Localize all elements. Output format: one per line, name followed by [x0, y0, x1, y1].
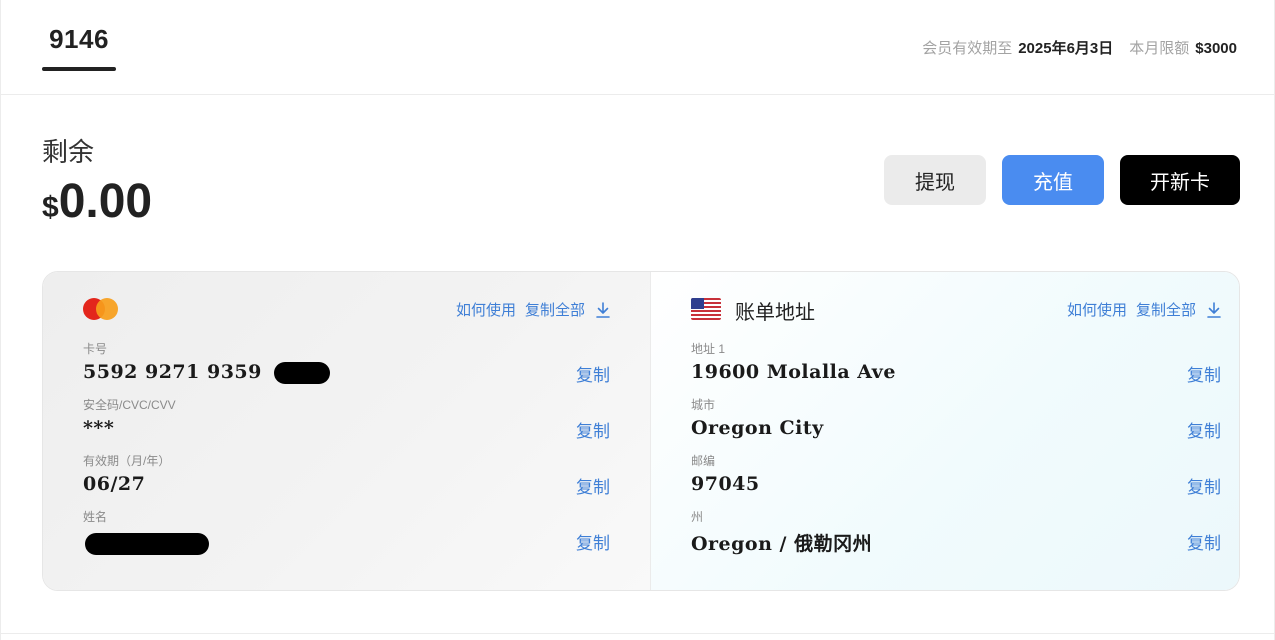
- membership-expiry-value: 2025年6月3日: [1018, 40, 1114, 57]
- zip-value: 97045: [691, 473, 760, 495]
- currency-symbol: $: [42, 191, 59, 224]
- mastercard-logo-icon: [83, 298, 119, 320]
- copy-card-number-button[interactable]: 复制: [576, 361, 610, 386]
- balance-value: 0.00: [58, 175, 153, 228]
- redacted-cardholder-name: [85, 533, 209, 555]
- new-card-button[interactable]: 开新卡: [1120, 155, 1240, 205]
- billing-copy-all-link[interactable]: 复制全部: [1136, 299, 1196, 320]
- billing-actions: 如何使用 复制全部: [1067, 299, 1221, 320]
- monthly-limit-value: $3000: [1195, 40, 1237, 57]
- address-label: 地址 1: [691, 342, 726, 356]
- membership-info: 会员有效期至 2025年6月3日 本月限额 $3000: [922, 37, 1237, 58]
- card-details-panel: 如何使用 复制全部 卡号 5592 9271 9359 复制 安全码/CVC/C…: [42, 271, 1240, 591]
- topup-button[interactable]: 充值: [1002, 155, 1104, 205]
- billing-address-title: 账单地址: [735, 302, 815, 324]
- zip-label: 邮编: [691, 454, 716, 468]
- withdraw-button[interactable]: 提现: [884, 155, 986, 205]
- balance-label: 剩余: [42, 137, 95, 167]
- billing-how-to-use-link[interactable]: 如何使用: [1067, 299, 1127, 320]
- card-copy-all-link[interactable]: 复制全部: [525, 299, 585, 320]
- expiry-value: 06/27: [83, 473, 146, 495]
- card-how-to-use-link[interactable]: 如何使用: [456, 299, 516, 320]
- card-tab[interactable]: 9146: [42, 24, 116, 55]
- billing-address-section: 账单地址 如何使用 复制全部 地址 1 19600 Molalla Ave 复制…: [651, 272, 1239, 590]
- copy-city-button[interactable]: 复制: [1187, 417, 1221, 442]
- copy-address-button[interactable]: 复制: [1187, 361, 1221, 386]
- cvc-label: 安全码/CVC/CVV: [83, 398, 176, 412]
- cvc-value: ***: [83, 417, 115, 439]
- bottom-divider: [0, 633, 1275, 634]
- redacted-card-digits: [274, 362, 330, 384]
- us-flag-icon: [691, 298, 721, 320]
- address-value: 19600 Molalla Ave: [691, 361, 896, 383]
- city-label: 城市: [691, 398, 716, 412]
- card-number-label: 卡号: [83, 342, 108, 356]
- name-label: 姓名: [83, 510, 108, 524]
- membership-expiry-label: 会员有效期至: [922, 40, 1013, 57]
- copy-zip-button[interactable]: 复制: [1187, 473, 1221, 498]
- header: 9146 会员有效期至 2025年6月3日 本月限额 $3000: [0, 0, 1275, 95]
- copy-state-button[interactable]: 复制: [1187, 529, 1221, 554]
- balance-amount: $0.00: [42, 174, 152, 229]
- download-icon[interactable]: [1207, 301, 1221, 318]
- state-label: 州: [691, 510, 704, 524]
- monthly-limit-label: 本月限额: [1129, 40, 1190, 57]
- copy-cvc-button[interactable]: 复制: [576, 417, 610, 442]
- download-icon[interactable]: [596, 301, 610, 318]
- state-value: Oregon / 俄勒冈州: [691, 533, 873, 555]
- card-actions: 如何使用 复制全部: [456, 299, 610, 320]
- expiry-label: 有效期（月/年）: [83, 454, 171, 468]
- city-value: Oregon City: [691, 417, 824, 439]
- copy-expiry-button[interactable]: 复制: [576, 473, 610, 498]
- copy-name-button[interactable]: 复制: [576, 529, 610, 554]
- card-number-value: 5592 9271 9359: [83, 361, 262, 383]
- active-tab-indicator: [42, 67, 116, 71]
- card-info-section: 如何使用 复制全部 卡号 5592 9271 9359 复制 安全码/CVC/C…: [43, 272, 651, 590]
